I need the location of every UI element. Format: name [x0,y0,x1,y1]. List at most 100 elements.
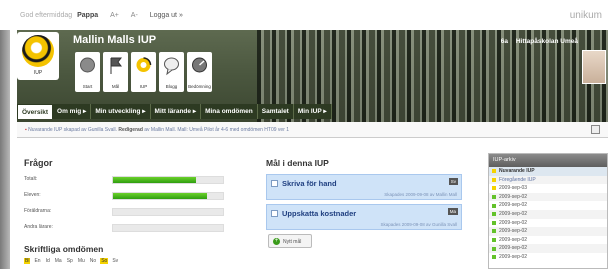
new-goal-label: Nytt mål [283,239,302,245]
font-size-decrease[interactable]: A- [131,12,138,19]
subject-bl[interactable]: Bl [24,258,31,264]
archive-item-icon [492,203,496,208]
avatar[interactable] [582,50,606,84]
top-bar: God eftermiddag Pappa A+ A- Logga ut » u… [0,0,608,30]
archive-item[interactable]: 2009-sep-02 [489,244,607,253]
iup-archive-panel: IUP-arkiv Nuvarande IUP Föregående IUP 200… [488,153,608,269]
archive-item-icon [492,246,496,251]
tab-mina-omdomen[interactable]: Mina omdömen [201,104,258,119]
brand-logo[interactable]: unikum [570,10,602,21]
archive-item[interactable]: 2009-sep-02 [489,192,607,202]
subject-sp[interactable]: Sp [66,258,74,264]
archive-item-icon [492,169,496,174]
archive-item-icon [492,186,496,191]
archive-item[interactable]: 2009-sep-02 [489,201,607,210]
tab-min-utveckling[interactable]: Min utveckling ▸ [91,104,151,119]
progress-row-eleven: Eleven: [24,192,234,201]
archive-item[interactable]: 2009-sep-02 [489,236,607,245]
archive-item-label: 2009-sep-02 [499,219,528,226]
goal-checkbox[interactable] [271,210,278,217]
tab-mitt-larande[interactable]: Mitt lärande ▸ [150,104,202,119]
subject-so[interactable]: So [100,258,109,264]
archive-item[interactable]: Nuvarande IUP [489,167,607,176]
progress-bar [112,176,224,184]
speech-bubble-icon [164,57,179,76]
breadcrumb: ▪ Nuvarande IUP skapad av Gunilla Svall.… [17,122,608,138]
archive-item[interactable]: 2009-sep-03 [489,184,607,193]
subject-id[interactable]: Id [45,258,51,264]
fragor-section: Frågor Totalt: Eleven: Föräldrarna: Andr… [24,158,234,232]
progress-label: Föräldrarna: [24,208,52,214]
progress-label: Totalt: [24,176,38,182]
progress-row-foraldrarna: Föräldrarna: [24,208,234,217]
new-goal-button[interactable]: + Nytt mål [268,234,312,248]
archive-item-label: 2009-sep-02 [499,202,528,209]
archive-list: Nuvarande IUP Föregående IUP 2009-sep-03 20… [489,167,607,262]
circle-icon [80,57,95,73]
iup-logo[interactable]: IUP [17,32,59,80]
iup-button[interactable]: IUP [131,52,156,92]
archive-item-label: 2009-sep-03 [499,185,528,192]
mal-button[interactable]: Mål [103,52,128,92]
goal-subject-badge[interactable]: Sv [448,178,458,185]
goal-meta: Skapades 2009-09-08 av Mallin Mall [384,192,457,197]
tab-min-iup[interactable]: Min IUP ▸ [293,104,332,119]
progress-fill [113,193,207,199]
goal-checkbox[interactable] [271,180,278,187]
archive-item[interactable]: 2009-sep-02 [489,219,607,228]
archive-item[interactable]: Föregående IUP [489,175,607,185]
mal-label: Mål [111,84,120,89]
archive-item-label: Föregående IUP [499,176,536,183]
archive-item-icon [492,177,496,182]
archive-item-label: 2009-sep-02 [499,228,528,235]
flag-icon [110,57,122,74]
iup-label: IUP [139,84,148,89]
blogg-button[interactable]: Blogg [159,52,184,92]
goal-subject-badge[interactable]: Ma [447,208,458,215]
start-button[interactable]: Start [75,52,100,92]
plus-icon: + [273,238,280,245]
tab-oversikt[interactable]: Översikt [17,104,54,119]
archive-item[interactable]: 2009-sep-02 [489,227,607,236]
progress-label: Andra lärare: [24,224,53,230]
school-name: Hittapåskolan [515,38,559,45]
progress-row-totalt: Totalt: [24,176,234,185]
goal-card[interactable]: Uppskatta kostnader Ma Skapades 2009-09-… [266,204,462,230]
logout-link[interactable]: Logga ut » [150,12,183,19]
left-edge-strip [0,0,10,269]
print-icon[interactable] [591,125,600,134]
archive-item-icon [492,195,496,200]
subject-ma[interactable]: Ma [54,258,63,264]
progress-label: Eleven: [24,192,41,198]
tab-om-mig[interactable]: Om mig ▸ [53,104,92,119]
archive-item-label: 2009-sep-02 [499,253,528,260]
greeting-text: God eftermiddag [20,12,73,19]
bedomning-button[interactable]: Bedömning [187,52,212,92]
subject-sv[interactable]: Sv [111,258,119,264]
user-name[interactable]: Pappa [77,12,98,19]
spiral-logo-icon [22,35,54,67]
subject-en[interactable]: En [33,258,41,264]
goal-title[interactable]: Skriva för hand [282,179,337,188]
bullet-icon: ▪ [25,127,27,133]
goal-title[interactable]: Uppskatta kostnader [282,209,356,218]
goal-card[interactable]: Skriva för hand Sv Skapades 2009-09-08 a… [266,174,462,200]
archive-item[interactable]: 2009-sep-02 [489,253,607,262]
archive-item-label: 2009-sep-02 [499,245,528,252]
mal-section: Mål i denna IUP [266,158,462,168]
font-size-increase[interactable]: A+ [110,12,119,19]
iup-icon [136,57,152,72]
tab-samtalet[interactable]: Samtalet [257,104,294,119]
archive-item-icon [492,220,496,225]
subject-no[interactable]: No [89,258,97,264]
greeting-line: God eftermiddag Pappa A+ A- Logga ut » [20,12,183,19]
start-label: Start [82,84,93,89]
progress-bar [112,224,224,232]
subject-mu[interactable]: Mu [77,258,86,264]
school-info: 6a Hittapåskolan Umeå [501,38,578,45]
main-nav: Översikt Om mig ▸ Min utveckling ▸ Mitt … [17,104,332,119]
archive-item[interactable]: 2009-sep-02 [489,209,607,219]
fragor-heading: Frågor [24,158,53,168]
class-label: 6a [500,38,509,45]
breadcrumb-suffix: av Mallin Mall. Mall: Umeå Pilot år 4-6 … [144,127,290,133]
